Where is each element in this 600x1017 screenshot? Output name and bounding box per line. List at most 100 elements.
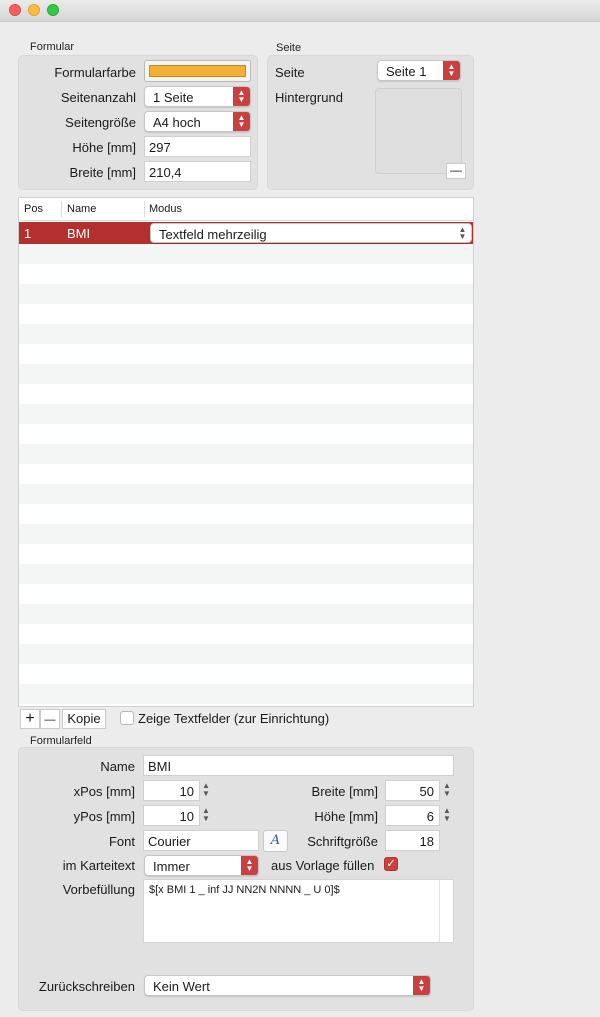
vorbefuellung-value: $[x BMI 1 _ inf JJ NN2N NNNN _ U 0]$ [149, 884, 340, 896]
formularfarbe-swatch [149, 65, 246, 77]
breite-mm-input[interactable]: 50 [385, 780, 440, 801]
formular-section-title: Formular [30, 41, 75, 53]
breite-label: Breite [mm] [69, 165, 136, 180]
minimize-window-icon[interactable] [28, 4, 40, 16]
empty-table-row [19, 264, 473, 284]
breite-input[interactable]: 210,4 [144, 161, 251, 182]
xpos-label: xPos [mm] [73, 784, 135, 799]
chevron-updown-icon: ▲ ▼ [443, 61, 460, 80]
empty-table-row [19, 544, 473, 564]
plus-icon: + [25, 710, 35, 727]
xpos-input[interactable]: 10 [143, 780, 200, 801]
seitenanzahl-value: 1 Seite [153, 90, 194, 105]
window-titlebar [0, 0, 600, 22]
empty-table-row [19, 384, 473, 404]
empty-table-row [19, 584, 473, 604]
copy-button[interactable]: Kopie [62, 709, 106, 729]
name-input[interactable]: BMI [143, 755, 454, 776]
vorbefuellung-label: Vorbefüllung [62, 882, 135, 897]
zoom-window-icon[interactable] [47, 4, 59, 16]
table-row[interactable]: 1 BMI Textfeld mehrzeilig ▲ ▼ [19, 222, 473, 244]
empty-table-row [19, 644, 473, 664]
empty-table-row [19, 364, 473, 384]
karteitext-label: im Karteitext [62, 858, 135, 873]
empty-table-row [19, 464, 473, 484]
zurueckschreiben-popup[interactable]: Kein Wert ▲ ▼ [144, 975, 431, 996]
seitengroesse-label: Seitengröße [65, 115, 136, 130]
seitengroesse-value: A4 hoch [153, 115, 201, 130]
seite-section-title: Seite [276, 42, 302, 54]
column-header-modus[interactable]: Modus [149, 203, 182, 215]
empty-table-row [19, 444, 473, 464]
formularfeld-section-title: Formularfeld [30, 735, 92, 747]
column-header-pos[interactable]: Pos [24, 203, 43, 215]
hoehe-input[interactable]: 297 [144, 136, 251, 157]
formularfarbe-color-well[interactable] [144, 60, 251, 82]
remove-background-button[interactable]: — [446, 163, 466, 179]
seite-popup[interactable]: Seite 1 ▲ ▼ [377, 60, 461, 81]
minus-icon: — [44, 714, 56, 726]
empty-table-row [19, 504, 473, 524]
vorlage-label: aus Vorlage füllen [271, 858, 375, 873]
copy-button-label: Kopie [67, 711, 101, 726]
karteitext-popup[interactable]: Immer ▲ ▼ [144, 855, 259, 876]
fields-table[interactable]: Pos Name Modus 1 BMI Textfeld mehrzeilig… [18, 197, 474, 707]
empty-table-row [19, 324, 473, 344]
seitenanzahl-popup[interactable]: 1 Seite ▲ ▼ [144, 86, 251, 107]
empty-table-row [19, 604, 473, 624]
chevron-updown-icon: ▲ ▼ [413, 976, 430, 995]
empty-table-row [19, 664, 473, 684]
empty-table-row [19, 624, 473, 644]
empty-table-row [19, 404, 473, 424]
empty-table-row [19, 284, 473, 304]
empty-table-row [19, 704, 473, 706]
ypos-label: yPos [mm] [73, 809, 135, 824]
karteitext-value: Immer [153, 859, 190, 874]
zurueckschreiben-value: Kein Wert [153, 979, 210, 994]
column-header-name[interactable]: Name [67, 203, 96, 215]
empty-table-row [19, 484, 473, 504]
font-label: Font [108, 834, 135, 849]
hoehe-mm-input[interactable]: 6 [385, 805, 440, 826]
empty-table-row [19, 244, 473, 264]
hoehe-stepper[interactable]: ▲ ▼ [441, 805, 453, 826]
empty-table-row [19, 344, 473, 364]
seite-value: Seite 1 [386, 64, 427, 79]
breite-mm-label: Breite [mm] [311, 784, 378, 799]
show-fields-label: Zeige Textfelder (zur Einrichtung) [138, 711, 330, 726]
hintergrund-image-well[interactable] [375, 88, 462, 174]
row-modus-popup[interactable]: Textfeld mehrzeilig ▲ ▼ [150, 223, 472, 243]
empty-table-row [19, 564, 473, 584]
chevron-updown-icon: ▲ ▼ [241, 856, 258, 875]
close-window-icon[interactable] [9, 4, 21, 16]
chevron-updown-icon: ▲ ▼ [233, 87, 250, 106]
empty-table-row [19, 424, 473, 444]
hoehe-label: Höhe [mm] [72, 140, 136, 155]
seitengroesse-popup[interactable]: A4 hoch ▲ ▼ [144, 111, 251, 132]
hintergrund-label: Hintergrund [275, 90, 343, 105]
ypos-input[interactable]: 10 [143, 805, 200, 826]
breite-stepper[interactable]: ▲ ▼ [441, 780, 453, 801]
chevron-updown-icon: ▲ ▼ [233, 112, 250, 131]
hoehe-mm-label: Höhe [mm] [314, 809, 378, 824]
row-pos: 1 [24, 226, 32, 241]
name-label: Name [100, 759, 135, 774]
vorbefuellung-textarea[interactable]: $[x BMI 1 _ inf JJ NN2N NNNN _ U 0]$ [143, 879, 454, 943]
vorlage-checkbox[interactable]: ✓ [384, 857, 398, 871]
ypos-stepper[interactable]: ▲ ▼ [200, 805, 212, 826]
remove-field-button[interactable]: — [40, 709, 60, 729]
seitenanzahl-label: Seitenanzahl [60, 90, 136, 105]
textarea-scrollbar[interactable] [439, 880, 440, 942]
add-field-button[interactable]: + [20, 709, 40, 729]
schriftgroesse-label: Schriftgröße [307, 834, 378, 849]
empty-table-row [19, 684, 473, 704]
zurueckschreiben-label: Zurückschreiben [38, 979, 135, 994]
schriftgroesse-input[interactable]: 18 [385, 830, 440, 851]
empty-table-row [19, 524, 473, 544]
show-fields-checkbox[interactable] [120, 711, 134, 725]
xpos-stepper[interactable]: ▲ ▼ [200, 780, 212, 801]
seite-label: Seite [275, 65, 305, 80]
chevron-updown-icon: ▲ ▼ [454, 224, 471, 242]
empty-table-row [19, 304, 473, 324]
minus-icon: — [450, 163, 462, 177]
